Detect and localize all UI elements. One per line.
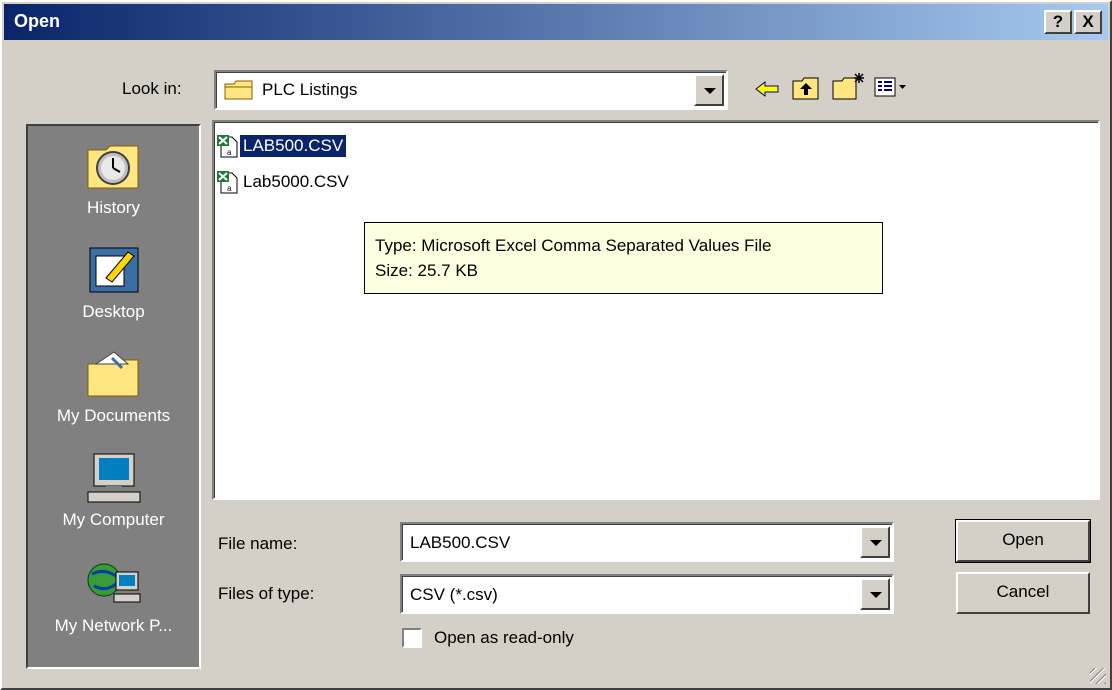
back-arrow-icon[interactable] [754, 78, 780, 105]
my-documents-icon [82, 348, 146, 402]
read-only-checkbox[interactable] [402, 628, 422, 648]
look-in-label: Look in: [122, 79, 182, 98]
file-name-field[interactable]: LAB500.CSV [400, 522, 894, 562]
look-in-value: PLC Listings [262, 80, 358, 99]
file-info-tooltip: Type: Microsoft Excel Comma Separated Va… [364, 222, 883, 294]
read-only-label[interactable]: Open as read-only [434, 628, 574, 648]
open-dialog: Open ? X Look in: PLC Listings History D… [0, 0, 1112, 690]
window-title: Open [14, 11, 61, 31]
svg-text:a: a [227, 148, 232, 157]
my-computer-icon [82, 452, 146, 506]
file-name: LAB500.CSV [238, 134, 348, 158]
tooltip-size: Size: 25.7 KB [375, 261, 479, 280]
csv-file-icon: a [216, 170, 240, 194]
file-name-value: LAB500.CSV [410, 533, 511, 552]
files-of-type-value: CSV (*.csv) [410, 585, 498, 604]
svg-text:a: a [227, 184, 232, 193]
new-folder-icon[interactable] [832, 71, 866, 106]
desktop-icon [82, 244, 146, 298]
places-item-label: My Documents [56, 406, 171, 425]
tooltip-type: Type: Microsoft Excel Comma Separated Va… [375, 236, 772, 255]
resize-grip-icon[interactable] [1090, 668, 1106, 684]
history-icon [82, 140, 146, 194]
file-name: Lab5000.CSV [243, 172, 349, 191]
help-button[interactable]: ? [1044, 10, 1072, 34]
places-item-desktop[interactable]: Desktop [28, 244, 199, 322]
csv-file-icon: a [216, 134, 240, 158]
list-item[interactable]: a Lab5000.CSV [216, 169, 352, 195]
view-menu-icon[interactable] [874, 77, 908, 104]
files-of-type-dropdown[interactable]: CSV (*.csv) [400, 574, 894, 614]
chevron-down-icon[interactable] [860, 578, 890, 610]
places-item-history[interactable]: History [28, 140, 199, 218]
open-button[interactable]: Open [955, 519, 1091, 563]
chevron-down-icon[interactable] [860, 526, 890, 558]
list-item[interactable]: a LAB500.CSV [216, 133, 348, 159]
places-item-label: History [87, 198, 140, 217]
places-bar: History Desktop My Documents My Computer… [26, 124, 201, 669]
places-item-label: Desktop [82, 302, 145, 321]
places-item-label: My Computer [62, 510, 165, 529]
up-folder-icon[interactable] [792, 75, 820, 106]
places-item-label: My Network P... [54, 616, 173, 635]
folder-icon [224, 79, 254, 101]
chevron-down-icon[interactable] [694, 74, 724, 106]
network-places-icon [82, 558, 146, 612]
close-button[interactable]: X [1074, 10, 1102, 34]
places-item-my-documents[interactable]: My Documents [28, 348, 199, 426]
cancel-button[interactable]: Cancel [956, 572, 1090, 614]
places-item-network[interactable]: My Network P... [28, 558, 199, 636]
places-item-my-computer[interactable]: My Computer [28, 452, 199, 530]
files-of-type-label: Files of type: [218, 584, 315, 603]
title-bar[interactable]: Open ? X [4, 4, 1108, 40]
file-name-label: File name: [218, 534, 298, 553]
look-in-dropdown[interactable]: PLC Listings [214, 70, 728, 110]
